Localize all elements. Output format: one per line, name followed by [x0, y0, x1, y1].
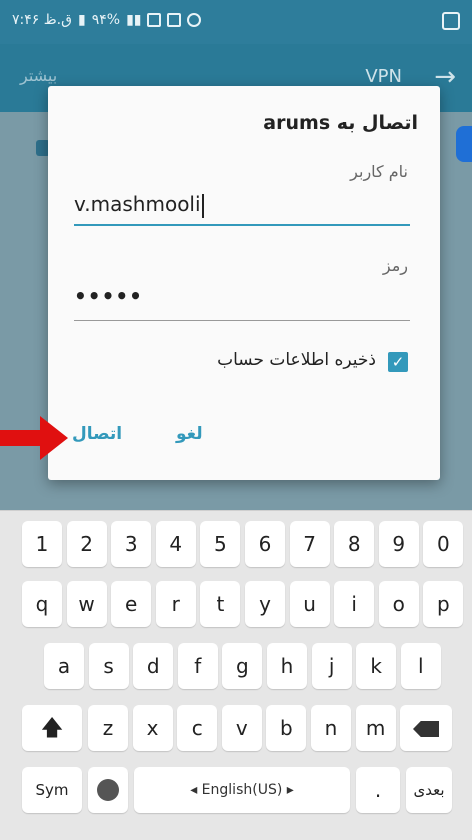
backspace-key[interactable] — [400, 705, 452, 751]
key-p[interactable]: p — [423, 581, 464, 627]
app-bar-title: VPN — [365, 66, 402, 87]
username-underline — [74, 224, 410, 226]
key-7[interactable]: 7 — [289, 521, 330, 567]
connect-button[interactable]: اتصال — [72, 424, 122, 444]
key-l[interactable]: l — [400, 643, 441, 689]
key-y[interactable]: y — [245, 581, 285, 627]
key-q[interactable]: q — [22, 581, 62, 627]
save-credentials-label: ذخیره اطلاعات حساب — [217, 350, 376, 370]
key-s[interactable]: s — [88, 643, 129, 689]
key-h[interactable]: h — [267, 643, 307, 689]
cancel-button[interactable]: لغو — [176, 424, 203, 444]
battery-icon: ▮ — [78, 12, 86, 28]
sim-icon — [167, 13, 182, 27]
key-t[interactable]: t — [200, 581, 241, 627]
vpn-connect-dialog: اتصال به arums نام کاربر v.mashmooli رمز… — [48, 86, 440, 480]
text-cursor — [201, 193, 204, 218]
key-4[interactable]: 4 — [155, 521, 196, 567]
key-1[interactable]: 1 — [22, 521, 62, 567]
key-c[interactable]: c — [177, 705, 218, 751]
key-k[interactable]: k — [356, 643, 397, 689]
key-o[interactable]: o — [378, 581, 419, 627]
key-6[interactable]: 6 — [245, 521, 285, 567]
emoji-icon — [97, 779, 119, 801]
key-w[interactable]: w — [66, 581, 107, 627]
key-9[interactable]: 9 — [378, 521, 419, 567]
app-bar-partial-label: بیشتر — [20, 66, 58, 85]
shift-key[interactable]: 🡅 — [22, 705, 82, 751]
key-f[interactable]: f — [177, 643, 218, 689]
shift-icon: 🡅 — [40, 716, 64, 741]
key-d[interactable]: d — [133, 643, 174, 689]
screenshot-icon — [442, 12, 460, 30]
red-pointer-arrow-icon — [0, 416, 68, 460]
key-z[interactable]: z — [88, 705, 128, 751]
key-j[interactable]: j — [311, 643, 352, 689]
key-8[interactable]: 8 — [334, 521, 375, 567]
status-indicators: ق.ظ ۷:۴۶ ▮ ۹۴% ▮▮ — [12, 12, 202, 28]
username-value: v.mashmooli — [74, 192, 201, 216]
key-e[interactable]: e — [111, 581, 152, 627]
alarm-icon — [187, 13, 202, 27]
key-a[interactable]: a — [44, 643, 84, 689]
enter-key[interactable]: بعدی — [406, 767, 452, 813]
emoji-key[interactable] — [88, 767, 128, 813]
backspace-icon — [413, 721, 439, 737]
key-v[interactable]: v — [221, 705, 262, 751]
key-r[interactable]: r — [155, 581, 196, 627]
save-credentials-checkbox[interactable]: ✓ — [388, 352, 408, 372]
password-field[interactable]: ••••• — [74, 284, 143, 308]
username-label: نام کاربر — [350, 162, 408, 181]
soft-keyboard: 1 2 3 4 5 6 7 8 9 0 q w e r t y u i o p a s d f g h j k l 🡅 z x c v b n m Sym… — [0, 510, 472, 840]
dialog-title: اتصال به arums — [263, 112, 418, 134]
space-key[interactable]: ◂ English(US) ▸ — [134, 767, 350, 813]
key-b[interactable]: b — [266, 705, 307, 751]
key-i[interactable]: i — [334, 581, 375, 627]
key-3[interactable]: 3 — [111, 521, 152, 567]
key-2[interactable]: 2 — [66, 521, 107, 567]
key-5[interactable]: 5 — [200, 521, 241, 567]
key-0[interactable]: 0 — [423, 521, 464, 567]
vpn-item-indicator — [456, 126, 472, 162]
signal-icon: ▮▮ — [126, 12, 142, 28]
key-u[interactable]: u — [289, 581, 330, 627]
notification-icon — [147, 13, 162, 27]
password-underline — [74, 320, 410, 321]
checkmark-icon: ✓ — [391, 353, 405, 371]
key-n[interactable]: n — [311, 705, 351, 751]
battery-percent: ۹۴% — [91, 12, 121, 28]
sym-key[interactable]: Sym — [22, 767, 82, 813]
key-x[interactable]: x — [132, 705, 173, 751]
key-g[interactable]: g — [222, 643, 263, 689]
password-label: رمز — [382, 256, 408, 275]
username-field[interactable]: v.mashmooli — [74, 192, 204, 218]
key-m[interactable]: m — [355, 705, 396, 751]
status-bar: ق.ظ ۷:۴۶ ▮ ۹۴% ▮▮ — [0, 0, 472, 44]
dot-key[interactable]: . — [356, 767, 400, 813]
status-time: ق.ظ ۷:۴۶ — [12, 12, 72, 28]
